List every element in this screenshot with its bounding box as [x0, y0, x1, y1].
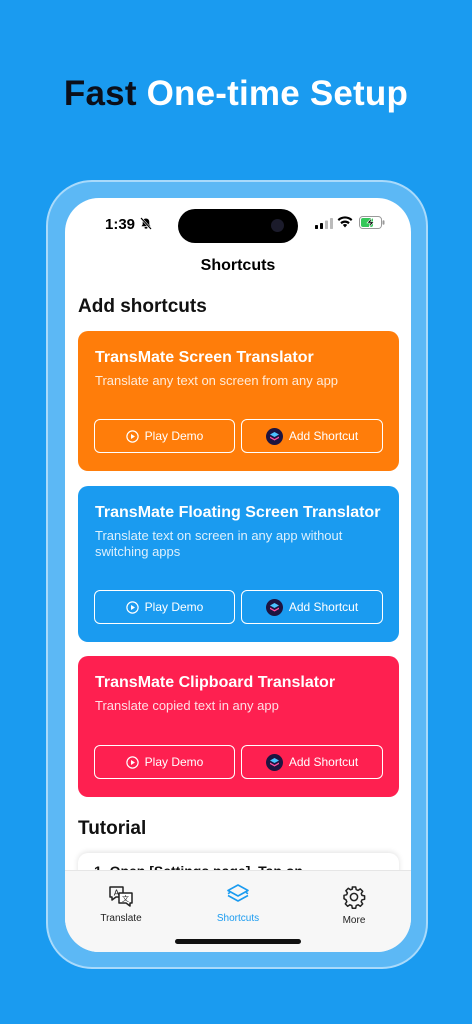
svg-text:文: 文: [122, 894, 129, 903]
add-shortcut-label: Add Shortcut: [288, 429, 359, 443]
add-shortcut-button[interactable]: Add Shortcut: [241, 745, 383, 779]
play-circle-icon: [125, 600, 139, 614]
bell-muted-icon: [140, 217, 152, 230]
tab-more[interactable]: More: [304, 885, 404, 926]
card-title: TransMate Floating Screen Translator: [95, 504, 381, 521]
shortcuts-app-icon: [265, 598, 283, 616]
headline-setup: One-time Setup: [146, 74, 409, 113]
tab-label: Shortcuts: [216, 913, 260, 924]
phone-frame: 1:39 Shortcuts Add shortcuts TransMate S…: [46, 180, 428, 969]
shortcuts-app-icon: [265, 427, 283, 445]
shortcuts-icon: [227, 884, 249, 902]
add-shortcut-label: Add Shortcut: [288, 755, 359, 769]
tab-label: More: [342, 915, 366, 926]
card-description: Translate copied text in any app: [95, 698, 279, 713]
tab-translate[interactable]: A 文 Translate: [71, 885, 171, 924]
card-description: Translate text on screen in any app with…: [95, 528, 343, 559]
phone-screen: 1:39 Shortcuts Add shortcuts TransMate S…: [65, 198, 411, 952]
signal-icon: [315, 218, 333, 229]
status-time: 1:39: [105, 216, 136, 233]
gear-icon: [343, 886, 366, 909]
card-description: Translate any text on screen from any ap…: [95, 373, 339, 388]
play-demo-label: Play Demo: [144, 429, 204, 443]
shortcut-card-screen-translator: TransMate Screen Translator Translate an…: [78, 331, 399, 471]
add-shortcut-label: Add Shortcut: [288, 600, 359, 614]
page-title: Shortcuts: [200, 257, 276, 274]
tab-shortcuts[interactable]: Shortcuts: [188, 883, 288, 924]
add-shortcut-button[interactable]: Add Shortcut: [241, 590, 383, 624]
battery-charging-icon: [359, 216, 385, 229]
section-title-tutorial: Tutorial: [78, 818, 147, 839]
camera-icon: [271, 219, 284, 232]
translate-icon: A 文: [109, 886, 133, 907]
add-shortcut-button[interactable]: Add Shortcut: [241, 419, 383, 453]
play-circle-icon: [125, 429, 139, 443]
headline-fast: Fast: [63, 74, 137, 113]
tab-bar: A 文 Translate Shortcuts More: [65, 870, 411, 952]
play-demo-button[interactable]: Play Demo: [94, 419, 235, 453]
play-demo-button[interactable]: Play Demo: [94, 590, 235, 624]
shortcut-card-clipboard-translator: TransMate Clipboard Translator Translate…: [78, 656, 399, 797]
section-title-add-shortcuts: Add shortcuts: [78, 296, 207, 317]
play-demo-label: Play Demo: [144, 600, 204, 614]
shortcut-card-floating-translator: TransMate Floating Screen Translator Tra…: [78, 486, 399, 642]
play-demo-button[interactable]: Play Demo: [94, 745, 235, 779]
play-demo-label: Play Demo: [144, 755, 204, 769]
home-indicator[interactable]: [175, 939, 301, 944]
dynamic-island: [178, 209, 298, 243]
wifi-icon: [337, 216, 353, 228]
status-bar: 1:39: [65, 198, 411, 248]
card-title: TransMate Screen Translator: [95, 349, 314, 366]
headline: Fast One-time Setup: [0, 74, 472, 114]
tab-label: Translate: [100, 913, 142, 924]
play-circle-icon: [125, 755, 139, 769]
shortcuts-app-icon: [265, 753, 283, 771]
card-title: TransMate Clipboard Translator: [95, 674, 336, 691]
